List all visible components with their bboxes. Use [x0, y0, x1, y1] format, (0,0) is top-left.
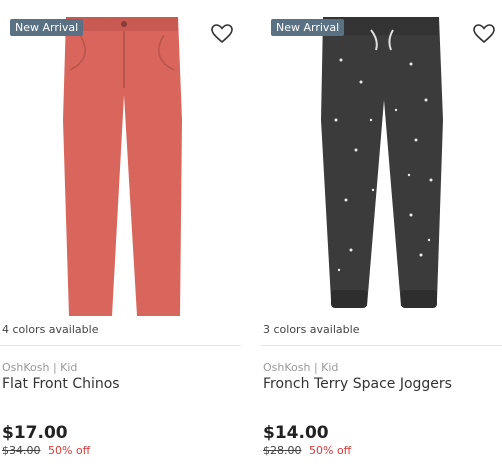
product-card[interactable]: New Arrival 4 colors available OshKosh |… — [0, 0, 241, 467]
product-card[interactable]: New Arrival 3 colors available OshKosh |… — [261, 0, 502, 467]
sale-price: $14.00 — [263, 423, 329, 443]
new-arrival-badge: New Arrival — [271, 19, 345, 36]
divider — [0, 345, 241, 346]
product-image[interactable] — [261, 0, 502, 318]
heart-icon[interactable] — [473, 24, 495, 44]
product-image[interactable] — [0, 0, 241, 318]
discount-label: 50% off — [309, 444, 352, 457]
colors-available[interactable]: 3 colors available — [263, 323, 359, 336]
colors-available[interactable]: 4 colors available — [2, 323, 98, 336]
product-brand: OshKosh | Kid — [263, 361, 339, 374]
heart-icon[interactable] — [211, 24, 233, 44]
product-name[interactable]: Flat Front Chinos — [2, 376, 120, 392]
original-price: $28.00 — [263, 444, 302, 457]
discount-label: 50% off — [48, 444, 91, 457]
divider — [261, 345, 502, 346]
original-price: $34.00 — [2, 444, 41, 457]
sale-price: $17.00 — [2, 423, 68, 443]
product-brand: OshKosh | Kid — [2, 361, 78, 374]
new-arrival-badge: New Arrival — [10, 19, 84, 36]
product-name[interactable]: Fronch Terry Space Joggers — [263, 376, 452, 392]
